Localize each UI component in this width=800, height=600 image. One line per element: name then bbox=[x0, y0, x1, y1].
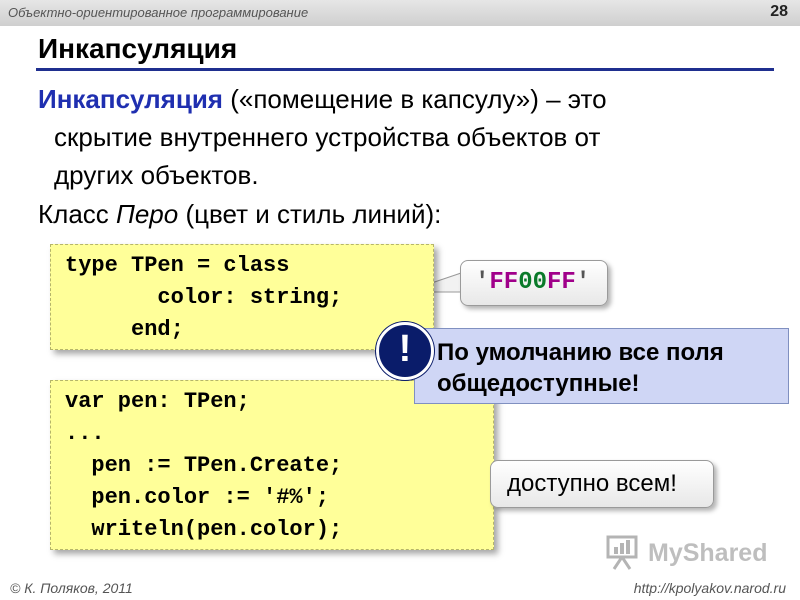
notice-line2: общедоступные! bbox=[437, 370, 640, 397]
code-line: pen := TPen.Create; bbox=[65, 453, 343, 478]
notice-text: По умолчанию все поля общедоступные! bbox=[437, 337, 724, 399]
class-code-block: type TPen = class color: string; end; bbox=[50, 244, 434, 350]
code-line: writeln(pen.color); bbox=[65, 517, 343, 542]
presentation-board-icon bbox=[606, 535, 638, 570]
author-credit: © К. Поляков, 2011 bbox=[10, 580, 133, 596]
code-line: ... bbox=[65, 421, 105, 446]
exclamation-icon: ! bbox=[376, 322, 434, 380]
color-value: 'FF00FF' bbox=[475, 269, 591, 296]
notice-line1: По умолчанию все поля bbox=[437, 339, 724, 366]
site-url[interactable]: http://kpolyakov.narod.ru bbox=[634, 580, 786, 596]
myshared-watermark: MyShared bbox=[604, 533, 768, 573]
watermark-text: MyShared bbox=[648, 539, 768, 567]
access-callout-text: доступно всем! bbox=[507, 470, 677, 497]
code-line: var pen: TPen; bbox=[65, 389, 250, 414]
code-line: color: string; bbox=[65, 285, 343, 310]
code-line: pen.color := '#%'; bbox=[65, 485, 330, 510]
usage-code-block: var pen: TPen; ... pen := TPen.Create; p… bbox=[50, 380, 494, 550]
exclamation-symbol: ! bbox=[398, 328, 412, 370]
access-callout: доступно всем! bbox=[490, 460, 714, 508]
default-access-notice: По умолчанию все поля общедоступные! bbox=[414, 328, 789, 404]
value-callout: 'FF00FF' bbox=[460, 260, 608, 306]
code-line: type TPen = class bbox=[65, 253, 290, 278]
code-line: end; bbox=[65, 317, 184, 342]
